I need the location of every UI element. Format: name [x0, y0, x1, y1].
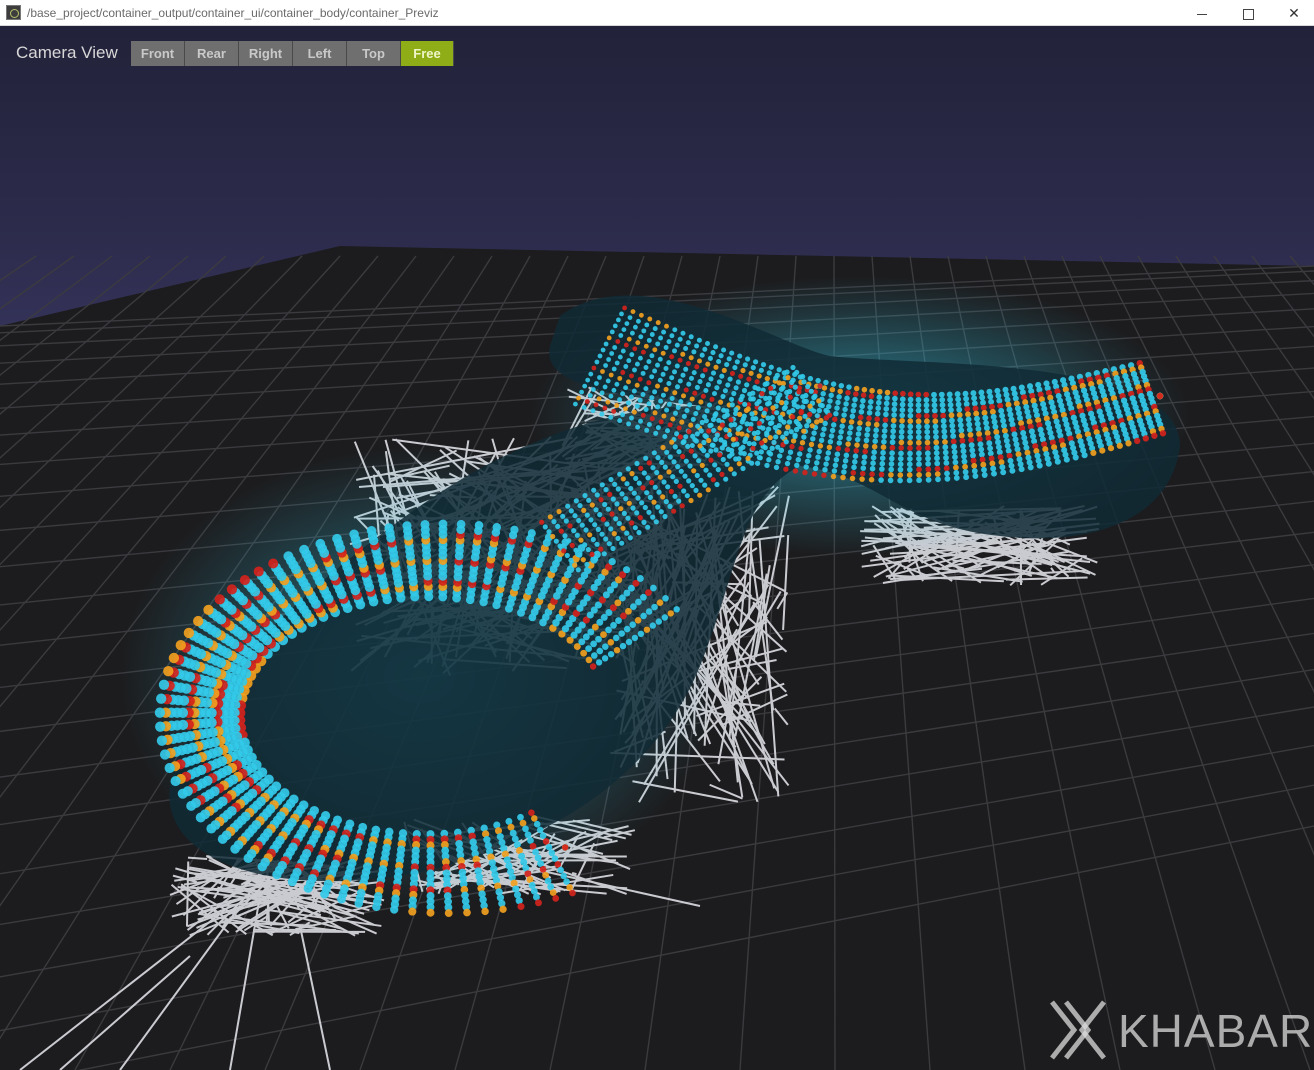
camera-left-button[interactable]: Left	[293, 41, 347, 66]
close-button[interactable]: ✕	[1271, 0, 1314, 26]
camera-top-button[interactable]: Top	[347, 41, 401, 66]
3d-scene[interactable]	[0, 26, 1314, 1070]
camera-view-toolbar: Front Rear Right Left Top Free	[131, 41, 454, 66]
watermark-text: KHABARI	[1118, 1005, 1314, 1057]
camera-free-button[interactable]: Free	[401, 41, 454, 66]
maximize-button[interactable]	[1225, 0, 1271, 26]
window-titlebar: /base_project/container_output/container…	[0, 0, 1314, 26]
camera-front-button[interactable]: Front	[131, 41, 185, 66]
close-icon: ✕	[1288, 5, 1300, 21]
camera-right-button[interactable]: Right	[239, 41, 293, 66]
camera-view-label: Camera View	[16, 43, 118, 62]
window-title: /base_project/container_output/container…	[27, 6, 439, 20]
camera-rear-button[interactable]: Rear	[185, 41, 239, 66]
khabari-logo-icon	[1050, 1000, 1106, 1060]
app-icon	[6, 5, 21, 20]
minimize-icon	[1197, 13, 1207, 15]
minimize-button[interactable]	[1179, 0, 1225, 26]
3d-viewport[interactable]: Camera View Front Rear Right Left Top Fr…	[0, 26, 1314, 1070]
maximize-icon	[1242, 8, 1254, 20]
